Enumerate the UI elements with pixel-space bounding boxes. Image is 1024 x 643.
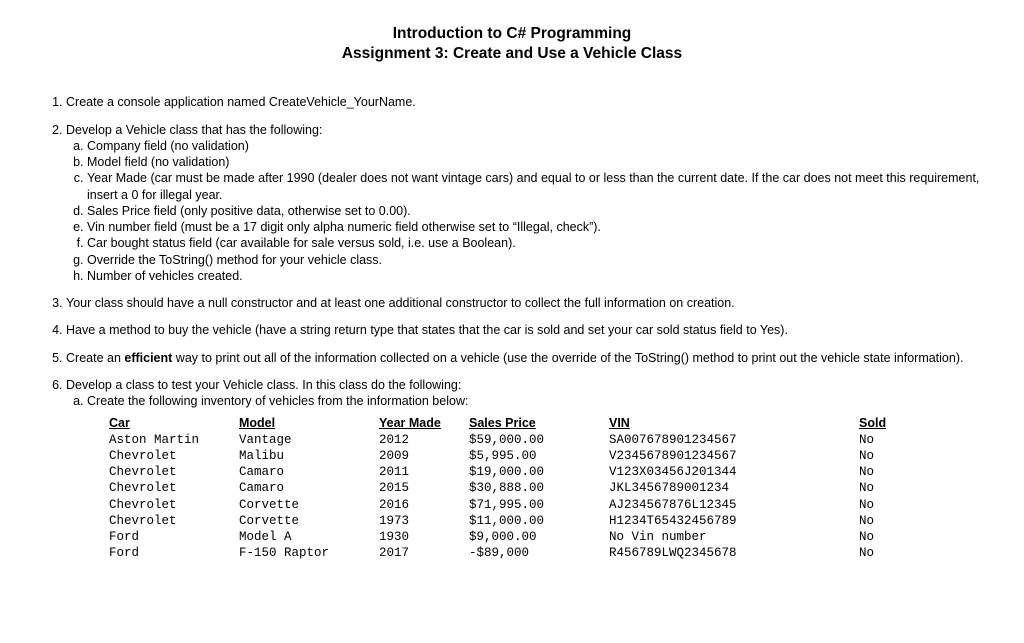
cell-car: Chevrolet [109,497,239,513]
cell-vin: No Vin number [609,529,859,545]
table-row: Aston MartinVantage2012$59,000.00SA00767… [109,432,919,448]
item-2-sublist: Company field (no validation) Model fiel… [66,138,980,284]
item-5-part-c: way to print out all of the information … [172,351,963,365]
th-model: Model [239,415,379,431]
cell-sold: No [859,480,919,496]
item-5-efficient: efficient [124,351,172,365]
main-list: Create a console application named Creat… [44,94,980,561]
item-6-sublist: Create the following inventory of vehicl… [66,393,980,409]
cell-model: Camaro [239,464,379,480]
cell-year: 2016 [379,497,469,513]
table-header-row: Car Model Year Made Sales Price VIN Sold [109,415,919,431]
cell-car: Ford [109,529,239,545]
cell-car: Chevrolet [109,480,239,496]
item-2: Develop a Vehicle class that has the fol… [66,122,980,285]
cell-sold: No [859,464,919,480]
cell-model: Malibu [239,448,379,464]
cell-year: 2012 [379,432,469,448]
th-car: Car [109,415,239,431]
cell-vin: V2345678901234567 [609,448,859,464]
cell-year: 1973 [379,513,469,529]
cell-sold: No [859,448,919,464]
cell-year: 2015 [379,480,469,496]
cell-model: Vantage [239,432,379,448]
item-6-text: Develop a class to test your Vehicle cla… [66,378,461,392]
cell-car: Ford [109,545,239,561]
item-6a: Create the following inventory of vehicl… [87,393,980,409]
item-2e: Vin number field (must be a 17 digit onl… [87,219,980,235]
page-title: Introduction to C# Programming [44,24,980,44]
th-sold: Sold [859,415,919,431]
item-6: Develop a class to test your Vehicle cla… [66,377,980,562]
cell-vin: SA007678901234567 [609,432,859,448]
th-price: Sales Price [469,415,609,431]
cell-price: $11,000.00 [469,513,609,529]
item-5: Create an efficient way to print out all… [66,350,980,366]
cell-vin: R456789LWQ2345678 [609,545,859,561]
vehicle-table: Car Model Year Made Sales Price VIN Sold… [109,415,919,561]
table-row: ChevroletCorvette2016$71,995.00AJ2345678… [109,497,919,513]
th-vin: VIN [609,415,859,431]
cell-price: $9,000.00 [469,529,609,545]
cell-sold: No [859,529,919,545]
cell-model: Model A [239,529,379,545]
item-2g: Override the ToString() method for your … [87,252,980,268]
cell-price: $5,995.00 [469,448,609,464]
cell-model: Corvette [239,513,379,529]
cell-year: 1930 [379,529,469,545]
cell-car: Chevrolet [109,448,239,464]
table-row: ChevroletCamaro2015$30,888.00JKL34567890… [109,480,919,496]
cell-price: $30,888.00 [469,480,609,496]
cell-sold: No [859,545,919,561]
cell-car: Chevrolet [109,464,239,480]
cell-model: Camaro [239,480,379,496]
item-2-text: Develop a Vehicle class that has the fol… [66,123,322,137]
cell-vin: AJ234567876L12345 [609,497,859,513]
cell-model: F-150 Raptor [239,545,379,561]
item-5-part-a: Create an [66,351,124,365]
cell-model: Corvette [239,497,379,513]
table-row: FordF-150 Raptor2017-$89,000R456789LWQ23… [109,545,919,561]
cell-vin: H1234T65432456789 [609,513,859,529]
th-year: Year Made [379,415,469,431]
page-subtitle: Assignment 3: Create and Use a Vehicle C… [44,44,980,64]
table-row: FordModel A1930$9,000.00No Vin numberNo [109,529,919,545]
item-2a: Company field (no validation) [87,138,980,154]
cell-year: 2009 [379,448,469,464]
item-2c: Year Made (car must be made after 1990 (… [87,170,980,203]
item-2f: Car bought status field (car available f… [87,235,980,251]
item-3: Your class should have a null constructo… [66,295,980,311]
cell-price: $19,000.00 [469,464,609,480]
cell-sold: No [859,432,919,448]
cell-vin: V123X03456J201344 [609,464,859,480]
cell-sold: No [859,513,919,529]
cell-sold: No [859,497,919,513]
item-2h: Number of vehicles created. [87,268,980,284]
cell-price: $59,000.00 [469,432,609,448]
table-row: ChevroletCorvette1973$11,000.00H1234T654… [109,513,919,529]
table-row: ChevroletMalibu2009$5,995.00V23456789012… [109,448,919,464]
item-1: Create a console application named Creat… [66,94,980,110]
cell-year: 2011 [379,464,469,480]
cell-car: Aston Martin [109,432,239,448]
item-2d: Sales Price field (only positive data, o… [87,203,980,219]
cell-car: Chevrolet [109,513,239,529]
cell-price: $71,995.00 [469,497,609,513]
item-4: Have a method to buy the vehicle (have a… [66,322,980,338]
cell-vin: JKL3456789001234 [609,480,859,496]
item-2b: Model field (no validation) [87,154,980,170]
cell-year: 2017 [379,545,469,561]
cell-price: -$89,000 [469,545,609,561]
table-row: ChevroletCamaro2011$19,000.00V123X03456J… [109,464,919,480]
